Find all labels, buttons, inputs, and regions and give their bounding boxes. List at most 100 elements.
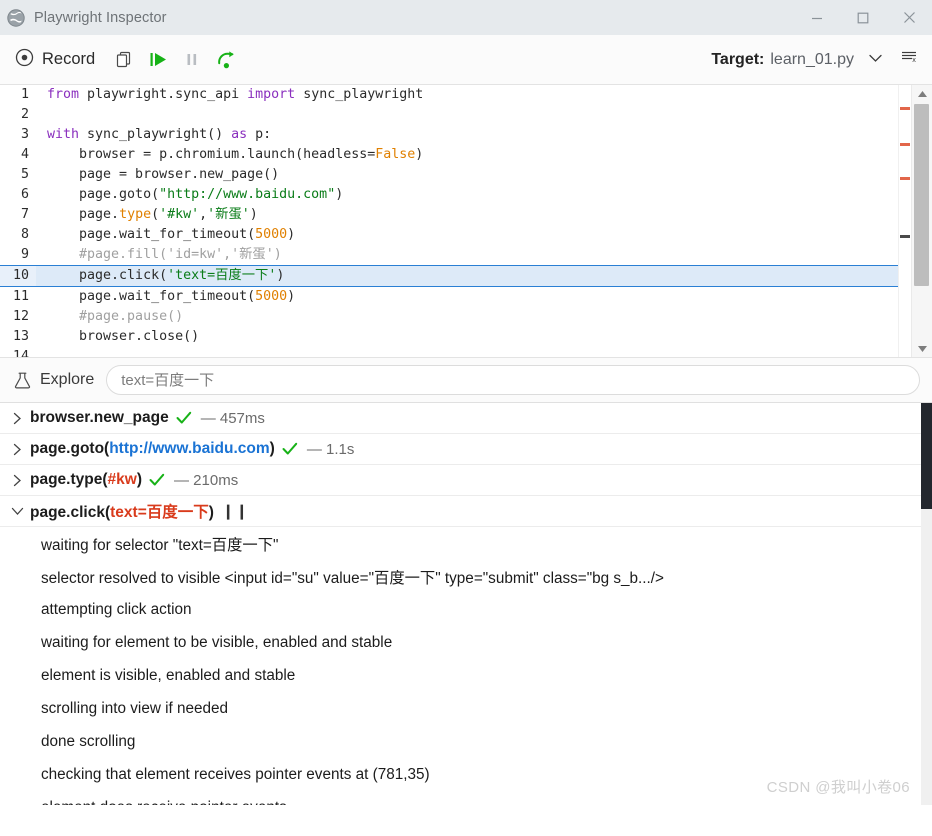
line-number: 5	[0, 165, 36, 185]
code-text: browser.close()	[47, 329, 200, 344]
code-text: from playwright.sync_api import sync_pla…	[47, 87, 424, 102]
action-name: page.type(#kw)	[30, 471, 142, 488]
explore-bar: Explore	[0, 357, 932, 403]
action-log-detail: done scrolling	[41, 732, 136, 750]
action-log-detail: element does receive pointer events	[0, 791, 932, 806]
code-scrollbar-thumb[interactable]	[914, 104, 929, 286]
code-line[interactable]: 13 browser.close()	[0, 327, 898, 347]
chevron-right-icon[interactable]	[8, 412, 26, 425]
line-number: 3	[0, 125, 36, 145]
target-dropdown-button[interactable]	[858, 45, 892, 75]
line-number: 6	[0, 185, 36, 205]
line-number: 8	[0, 225, 36, 245]
success-check-icon	[176, 411, 192, 425]
ruler-mark	[900, 143, 910, 146]
explore-selector-input[interactable]	[106, 365, 920, 395]
code-line[interactable]: 9 #page.fill('id=kw','新蛋')	[0, 245, 898, 265]
scroll-up-arrow-icon[interactable]	[912, 85, 932, 102]
record-button[interactable]: Record	[11, 46, 99, 74]
window-title: Playwright Inspector	[34, 9, 167, 26]
code-line[interactable]: 1 from playwright.sync_api import sync_pl…	[0, 85, 898, 105]
minimize-button[interactable]	[794, 0, 840, 35]
record-circle-icon	[15, 48, 34, 72]
action-log-detail: attempting click action	[41, 600, 192, 618]
action-log-detail: waiting for selector "text=百度一下"	[41, 536, 279, 554]
scroll-down-arrow-icon[interactable]	[912, 340, 932, 357]
playwright-globe-icon	[7, 8, 25, 27]
line-number: 4	[0, 145, 36, 165]
code-text: page.goto("http://www.baidu.com")	[47, 187, 344, 202]
chevron-down-icon[interactable]	[8, 506, 26, 517]
action-name: page.goto(http://www.baidu.com)	[30, 440, 275, 457]
target-selector: Target: learn_01.py x	[711, 45, 924, 75]
line-number: 1	[0, 85, 36, 105]
copy-button[interactable]	[107, 43, 141, 77]
code-line[interactable]: 12 #page.pause()	[0, 307, 898, 327]
paused-indicator-icon: ❙❙	[221, 503, 250, 520]
action-log-row[interactable]: page.click(text=百度一下) ❙❙	[0, 496, 932, 527]
log-scrollbar-track[interactable]	[921, 403, 932, 805]
code-lines[interactable]: 1 from playwright.sync_api import sync_pl…	[0, 85, 898, 357]
action-log-row[interactable]: browser.new_page — 457ms	[0, 403, 932, 434]
step-over-button[interactable]	[209, 43, 243, 77]
flask-icon	[12, 370, 32, 390]
step-over-icon	[216, 50, 237, 70]
action-param: #kw	[107, 471, 137, 488]
code-text: page.type('#kw','新蛋')	[47, 207, 258, 222]
clear-list-icon: x	[900, 49, 919, 70]
clear-log-button[interactable]: x	[894, 45, 924, 75]
success-check-icon	[149, 473, 165, 487]
action-log-row[interactable]: page.goto(http://www.baidu.com) — 1.1s	[0, 434, 932, 465]
code-line[interactable]: 5 page = browser.new_page()	[0, 165, 898, 185]
record-label: Record	[42, 50, 96, 68]
code-line[interactable]: 4 browser = p.chromium.launch(headless=F…	[0, 145, 898, 165]
code-text: browser = p.chromium.launch(headless=Fal…	[47, 147, 424, 162]
action-log-detail: waiting for element to be visible, enabl…	[41, 633, 393, 651]
code-scrollbar[interactable]	[911, 85, 932, 357]
action-log-detail: selector resolved to visible <input id="…	[41, 569, 664, 587]
resume-button[interactable]	[141, 43, 175, 77]
line-number: 10	[0, 266, 36, 286]
action-log-panel[interactable]: browser.new_page — 457ms page.goto(http://…	[0, 403, 932, 805]
action-name: page.click(text=百度一下)	[30, 504, 214, 521]
code-line[interactable]: 8 page.wait_for_timeout(5000)	[0, 225, 898, 245]
target-label: Target:	[711, 50, 765, 68]
code-line[interactable]: 11 page.wait_for_timeout(5000)	[0, 287, 898, 307]
code-line[interactable]: 2	[0, 105, 898, 125]
code-text: #page.fill('id=kw','新蛋')	[47, 247, 282, 262]
maximize-button[interactable]	[840, 0, 886, 35]
code-line[interactable]: 7 page.type('#kw','新蛋')	[0, 205, 898, 225]
action-duration: — 210ms	[174, 471, 239, 489]
line-number: 12	[0, 307, 36, 327]
code-line[interactable]: 10 page.click('text=百度一下')	[0, 265, 898, 287]
code-editor[interactable]: 1 from playwright.sync_api import sync_pl…	[0, 85, 932, 357]
success-check-icon	[282, 442, 298, 456]
log-scrollbar-thumb[interactable]	[921, 403, 932, 509]
line-number: 14	[0, 347, 36, 357]
chevron-right-icon[interactable]	[8, 474, 26, 487]
code-line[interactable]: 3 with sync_playwright() as p:	[0, 125, 898, 145]
action-duration: — 1.1s	[306, 440, 355, 458]
close-button[interactable]	[886, 0, 932, 35]
pause-icon	[184, 50, 200, 69]
pause-button[interactable]	[175, 43, 209, 77]
code-text: page.click('text=百度一下')	[47, 268, 285, 283]
code-text: page.wait_for_timeout(5000)	[47, 289, 296, 304]
code-text: #page.pause()	[47, 309, 184, 324]
target-value: learn_01.py	[770, 50, 854, 68]
code-line[interactable]: 14	[0, 347, 898, 357]
action-param: text=百度一下	[110, 504, 209, 521]
action-param: http://www.baidu.com	[109, 440, 270, 457]
line-number: 9	[0, 245, 36, 265]
line-number: 11	[0, 287, 36, 307]
action-log-row[interactable]: page.type(#kw) — 210ms	[0, 465, 932, 496]
ruler-mark	[900, 235, 910, 238]
action-log-detail: scrolling into view if needed	[41, 699, 229, 717]
code-line[interactable]: 6 page.goto("http://www.baidu.com")	[0, 185, 898, 205]
window-controls	[794, 0, 932, 35]
explore-label: Explore	[40, 371, 95, 388]
chevron-right-icon[interactable]	[8, 443, 26, 456]
toolbar: Record Target: learn_01.py x	[0, 35, 932, 85]
